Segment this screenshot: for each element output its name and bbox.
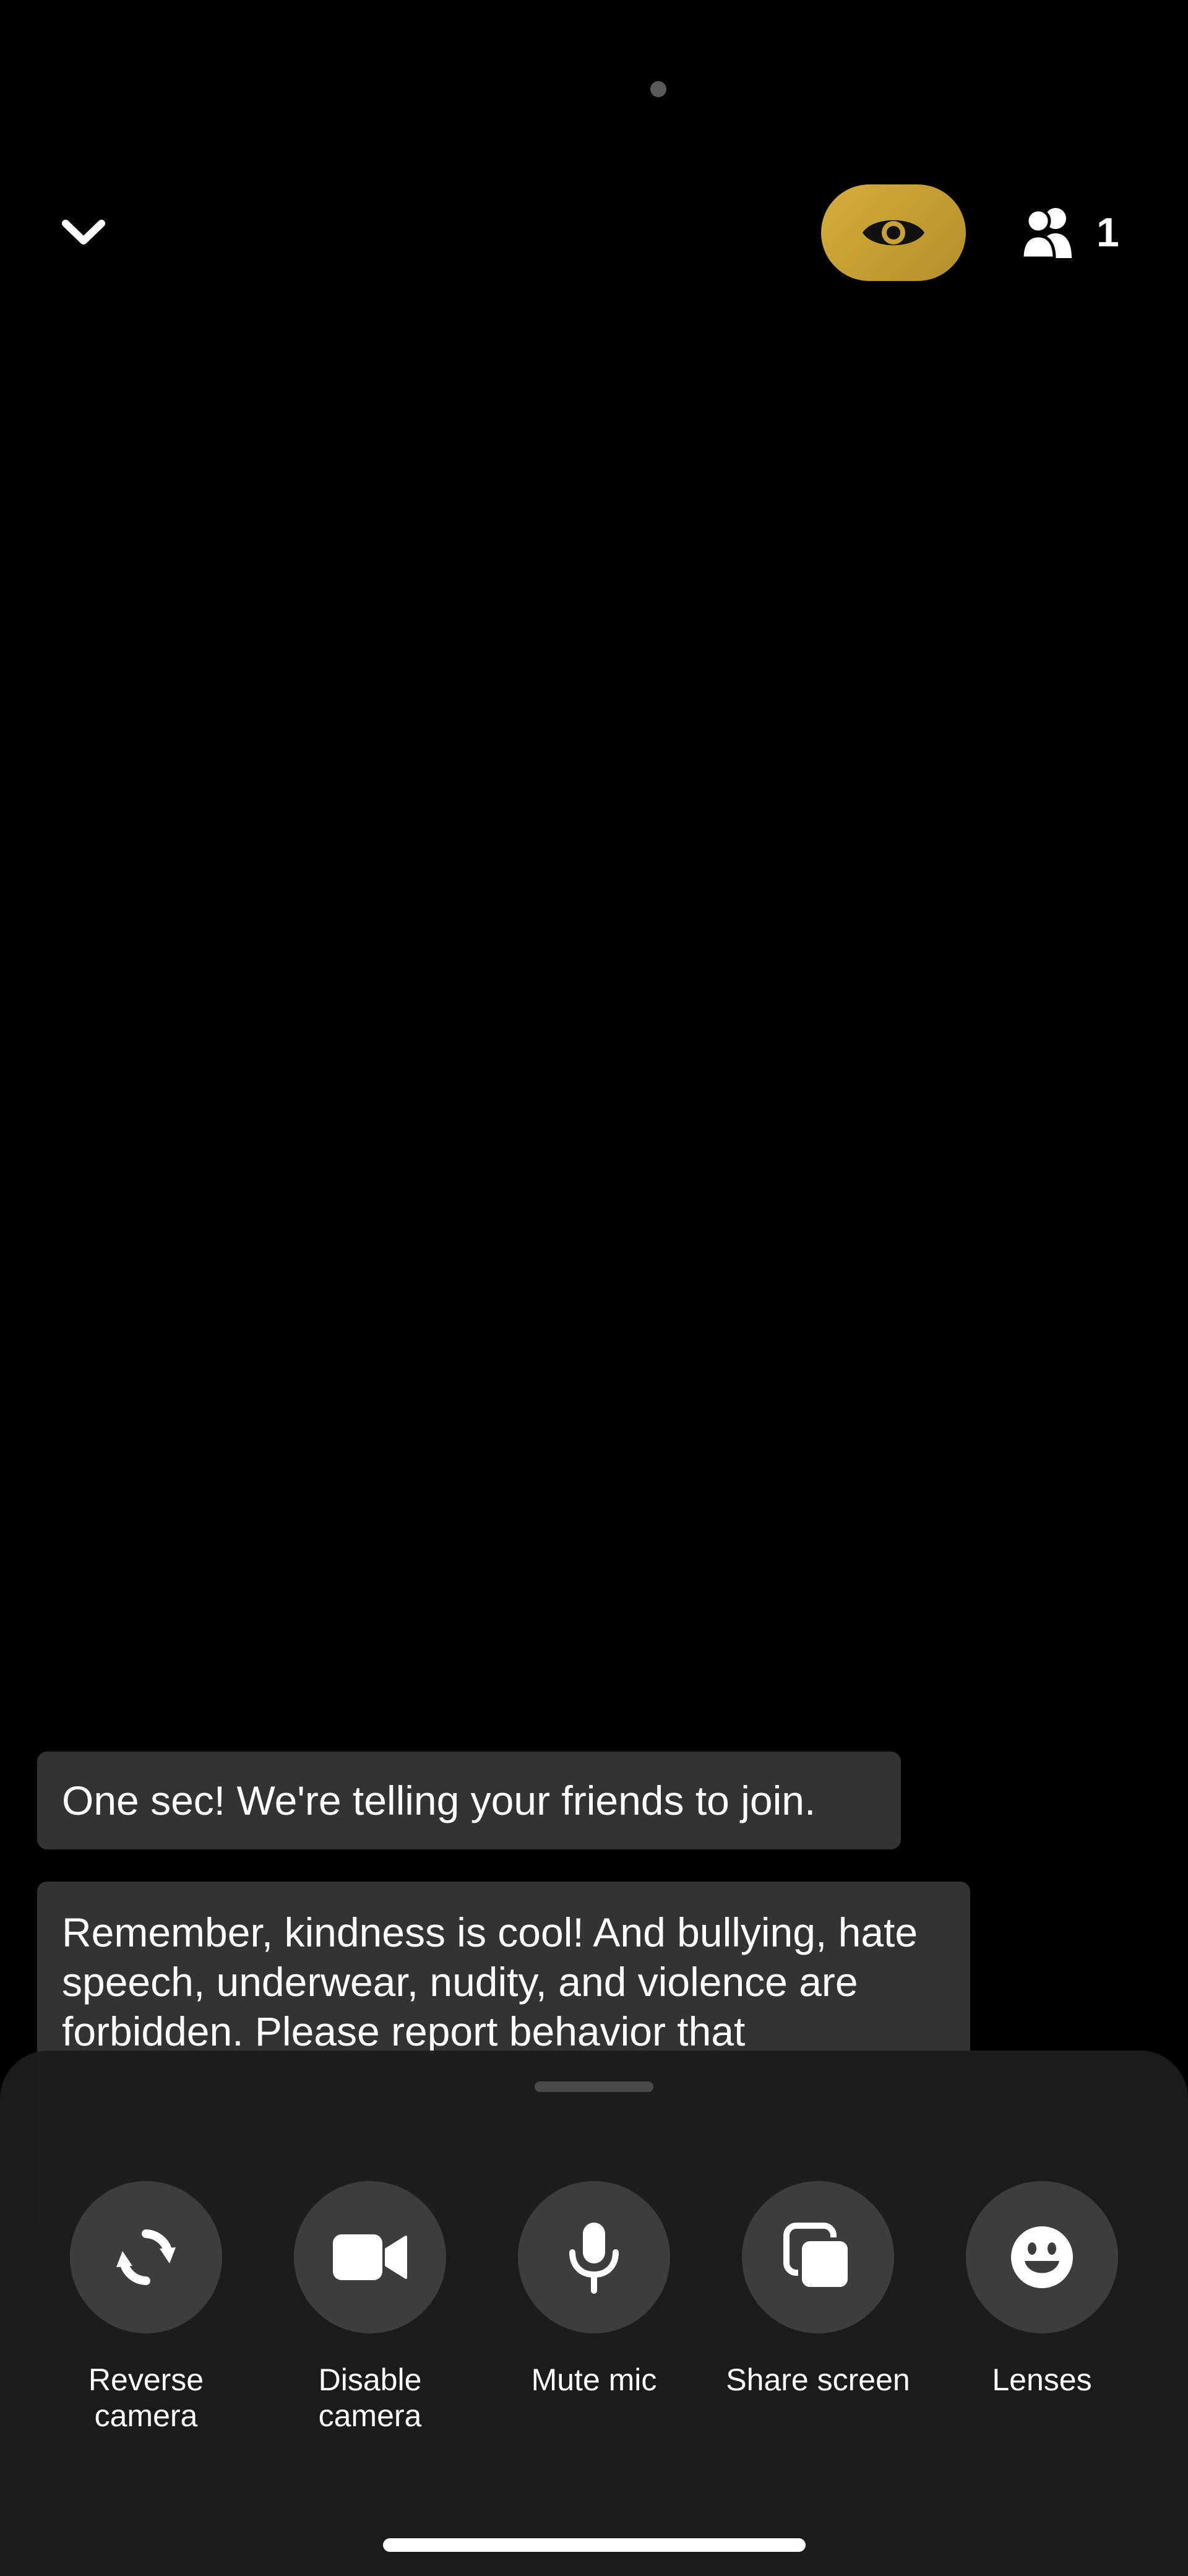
participants-count: 1 (1096, 209, 1119, 255)
microphone-icon (569, 2223, 619, 2294)
control-circle (294, 2181, 446, 2333)
disable-camera-button[interactable]: Disable camera (265, 2181, 475, 2434)
chevron-down-icon (62, 220, 105, 244)
control-circle (742, 2181, 894, 2333)
system-message-joining: One sec! We're telling your friends to j… (37, 1752, 901, 1849)
home-indicator[interactable] (383, 2538, 806, 2552)
mute-mic-button[interactable]: Mute mic (489, 2181, 699, 2398)
smiley-icon (1011, 2226, 1073, 2288)
mute-mic-label: Mute mic (531, 2362, 657, 2397)
view-mode-toggle[interactable] (821, 184, 966, 281)
control-circle (70, 2181, 222, 2333)
call-screen: 1 One sec! We're telling your friends to… (0, 0, 1188, 2576)
reverse-camera-button[interactable]: Reverse camera (41, 2181, 251, 2434)
camera-indicator-dot (650, 81, 666, 97)
video-camera-icon (333, 2234, 407, 2280)
collapse-button[interactable] (56, 204, 111, 260)
share-screen-button[interactable]: Share screen (713, 2181, 923, 2398)
reverse-camera-label: Reverse camera (88, 2362, 204, 2433)
disable-camera-label: Disable camera (318, 2362, 422, 2433)
lenses-label: Lenses (992, 2362, 1092, 2397)
control-circle (966, 2181, 1118, 2333)
reverse-camera-icon (116, 2229, 176, 2285)
lenses-button[interactable]: Lenses (937, 2181, 1147, 2398)
sheet-grabber[interactable] (535, 2081, 653, 2092)
control-circle (518, 2181, 670, 2333)
share-screen-label: Share screen (726, 2362, 910, 2397)
people-icon (1021, 208, 1072, 258)
participants-button[interactable]: 1 (1021, 201, 1119, 263)
call-controls: Reverse camera Disable camera Mute mic S… (0, 2181, 1188, 2441)
eye-icon (863, 220, 924, 246)
share-screen-icon (783, 2223, 851, 2291)
